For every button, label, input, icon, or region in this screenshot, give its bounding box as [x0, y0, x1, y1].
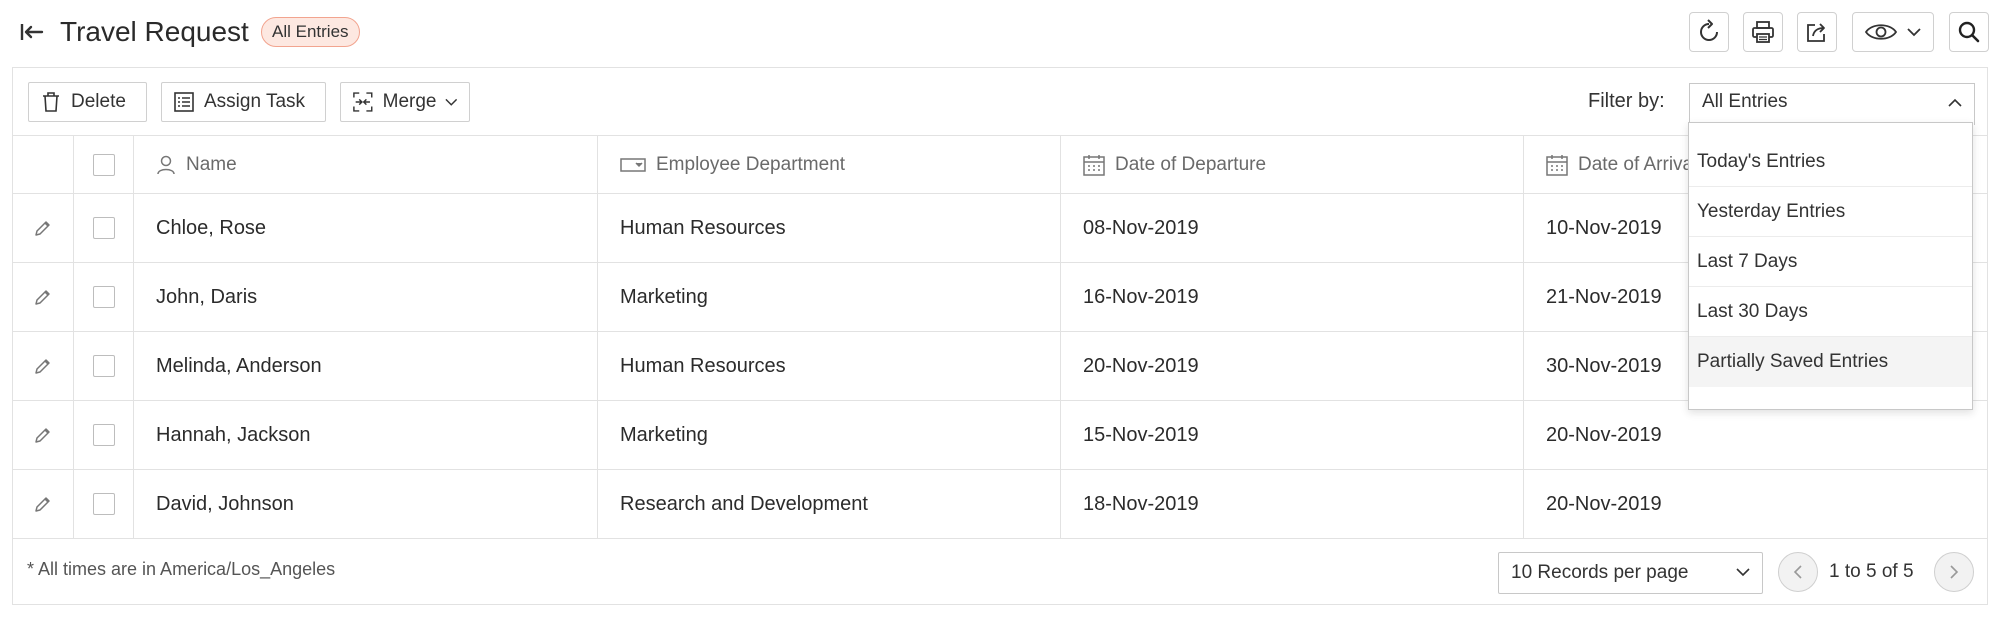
- cell-departure: 20-Nov-2019: [1061, 332, 1524, 400]
- merge-button[interactable]: Merge: [340, 82, 470, 122]
- assign-task-label: Assign Task: [204, 91, 306, 112]
- print-icon: [1752, 21, 1774, 43]
- view-options-button[interactable]: [1852, 12, 1934, 52]
- edit-cell: [13, 263, 74, 331]
- edit-cell: [13, 194, 74, 262]
- column-header-department[interactable]: Employee Department: [598, 136, 1061, 193]
- previous-page-button[interactable]: [1778, 552, 1818, 592]
- print-button[interactable]: [1743, 12, 1783, 52]
- assign-task-button[interactable]: Assign Task: [161, 82, 326, 122]
- edit-cell: [13, 401, 74, 469]
- delete-button[interactable]: Delete: [28, 82, 147, 122]
- table-row[interactable]: David, Johnson Research and Development …: [13, 469, 1987, 538]
- table-row[interactable]: Hannah, Jackson Marketing 15-Nov-2019 20…: [13, 400, 1987, 469]
- dropdown-field-icon: [620, 157, 646, 172]
- trash-icon: [43, 92, 59, 112]
- back-arrow-icon[interactable]: [18, 20, 46, 44]
- share-button[interactable]: [1797, 12, 1837, 52]
- chevron-right-icon: [1950, 565, 1959, 579]
- chevron-up-icon: [1948, 98, 1962, 107]
- row-checkbox[interactable]: [92, 286, 115, 308]
- search-icon: [1958, 21, 1980, 43]
- check-cell: [74, 263, 134, 331]
- chevron-left-icon: [1793, 565, 1802, 579]
- filter-label: Filter by:: [1588, 90, 1665, 112]
- cell-departure: 15-Nov-2019: [1061, 401, 1524, 469]
- cell-name: Hannah, Jackson: [134, 401, 598, 469]
- timezone-note: * All times are in America/Los_Angeles: [27, 559, 336, 579]
- eye-icon: [1864, 24, 1898, 40]
- cell-department: Human Resources: [598, 332, 1061, 400]
- filter-option-yesterday[interactable]: Yesterday Entries: [1689, 187, 1972, 237]
- cell-name: David, Johnson: [134, 470, 598, 538]
- chevron-down-icon: [444, 98, 457, 106]
- records-per-page-select[interactable]: 10 Records per page: [1498, 552, 1763, 594]
- calendar-icon: [1546, 154, 1568, 176]
- cell-departure: 16-Nov-2019: [1061, 263, 1524, 331]
- column-label-department: Employee Department: [656, 153, 846, 175]
- chevron-down-icon: [1736, 568, 1750, 577]
- user-icon: [157, 155, 175, 174]
- page-header: Travel Request All Entries: [0, 0, 2000, 64]
- pencil-icon[interactable]: [34, 426, 52, 444]
- table-footer: * All times are in America/Los_Angeles 1…: [13, 538, 1987, 606]
- pencil-icon[interactable]: [34, 288, 52, 306]
- merge-label: Merge: [382, 91, 437, 112]
- column-label-arrival: Date of Arrival: [1578, 153, 1698, 175]
- row-checkbox[interactable]: [92, 493, 115, 515]
- select-all-checkbox[interactable]: [92, 153, 115, 176]
- next-page-button[interactable]: [1934, 552, 1974, 592]
- pencil-icon[interactable]: [34, 357, 52, 375]
- column-header-name[interactable]: Name: [134, 136, 598, 193]
- filter-dropdown-menu: Today's Entries Yesterday Entries Last 7…: [1688, 122, 1973, 410]
- cell-arrival: 20-Nov-2019: [1546, 492, 1662, 515]
- refresh-button[interactable]: [1689, 12, 1729, 52]
- records-per-page-value: 10 Records per page: [1511, 562, 1689, 583]
- share-icon: [1807, 23, 1825, 42]
- column-label-name: Name: [186, 153, 237, 175]
- cell-name: Melinda, Anderson: [134, 332, 598, 400]
- row-checkbox[interactable]: [92, 217, 115, 239]
- row-checkbox[interactable]: [92, 355, 115, 377]
- page-title: Travel Request: [60, 16, 249, 47]
- cell-name: Chloe, Rose: [134, 194, 598, 262]
- cell-department: Research and Development: [598, 470, 1061, 538]
- filter-option-last-7-days[interactable]: Last 7 Days: [1689, 237, 1972, 287]
- cell-departure: 08-Nov-2019: [1061, 194, 1524, 262]
- page-info: 1 to 5 of 5: [1829, 561, 1914, 582]
- delete-label: Delete: [71, 91, 126, 112]
- filter-select[interactable]: All Entries: [1689, 83, 1975, 125]
- merge-icon: [353, 92, 373, 112]
- check-cell: [74, 401, 134, 469]
- pencil-icon[interactable]: [34, 495, 52, 513]
- view-badge: All Entries: [261, 17, 360, 47]
- check-cell: [74, 470, 134, 538]
- calendar-icon: [1083, 154, 1105, 176]
- cell-department: Human Resources: [598, 194, 1061, 262]
- filter-selected-value: All Entries: [1702, 91, 1788, 112]
- filter-option-today[interactable]: Today's Entries: [1689, 137, 1972, 187]
- cell-name: John, Daris: [134, 263, 598, 331]
- header-edit-cell: [13, 136, 74, 193]
- cell-department: Marketing: [598, 401, 1061, 469]
- search-button[interactable]: [1949, 12, 1989, 52]
- header-check-cell: [74, 136, 134, 193]
- check-cell: [74, 194, 134, 262]
- cell-departure: 18-Nov-2019: [1061, 470, 1524, 538]
- cell-arrival: 20-Nov-2019: [1546, 423, 1662, 446]
- check-cell: [74, 332, 134, 400]
- cell-department: Marketing: [598, 263, 1061, 331]
- chevron-down-icon: [1907, 28, 1921, 37]
- filter-option-partially-saved[interactable]: Partially Saved Entries: [1689, 337, 1972, 387]
- column-header-departure[interactable]: Date of Departure: [1061, 136, 1524, 193]
- edit-cell: [13, 470, 74, 538]
- column-label-departure: Date of Departure: [1115, 153, 1267, 175]
- pencil-icon[interactable]: [34, 219, 52, 237]
- edit-cell: [13, 332, 74, 400]
- refresh-icon: [1700, 19, 1718, 41]
- row-checkbox[interactable]: [92, 424, 115, 446]
- task-list-icon: [174, 92, 194, 112]
- filter-option-last-30-days[interactable]: Last 30 Days: [1689, 287, 1972, 337]
